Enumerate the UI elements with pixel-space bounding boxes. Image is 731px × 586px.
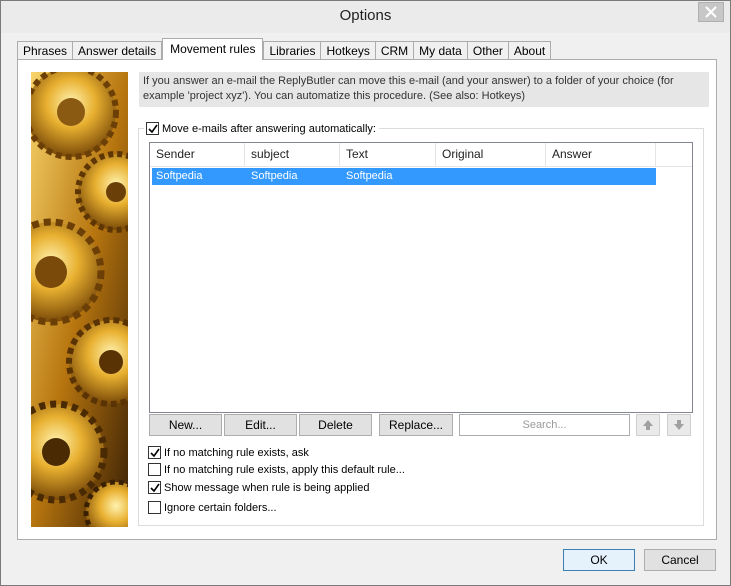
checkmark-icon (149, 483, 160, 492)
checkbox-box (148, 481, 161, 494)
table-row[interactable]: Softpedia Softpedia Softpedia (152, 168, 656, 185)
checkbox-box (146, 122, 159, 135)
checkmark-icon (147, 124, 158, 133)
cell-answer (548, 168, 656, 185)
tab-crm[interactable]: CRM (374, 41, 415, 60)
edit-button[interactable]: Edit... (224, 414, 297, 436)
column-header-text[interactable]: Text (340, 143, 436, 166)
options-window: Options Phrases Answer details Movement … (0, 0, 731, 586)
option-ignore-folders-label: Ignore certain folders... (164, 501, 277, 514)
tab-movement-rules[interactable]: Movement rules (162, 38, 264, 60)
option-show-message-label: Show message when rule is being applied (164, 481, 370, 494)
arrow-up-icon (643, 420, 653, 430)
tab-phrases[interactable]: Phrases (17, 41, 74, 60)
ok-button[interactable]: OK (563, 549, 635, 571)
cell-original (438, 168, 548, 185)
title-bar: Options (1, 1, 730, 33)
option-default-rule-label: If no matching rule exists, apply this d… (164, 463, 405, 476)
column-header-answer[interactable]: Answer (546, 143, 656, 166)
checkmark-icon (149, 448, 160, 457)
column-header-subject[interactable]: subject (245, 143, 340, 166)
search-input[interactable]: Search... (459, 414, 630, 436)
move-automatically-label: Move e-mails after answering automatical… (162, 122, 376, 135)
move-up-button[interactable] (636, 414, 660, 436)
cell-sender: Softpedia (156, 170, 203, 182)
tab-strip: Phrases Answer details Movement rules Li… (17, 38, 552, 60)
new-button[interactable]: New... (149, 414, 222, 436)
checkbox-box (148, 501, 161, 514)
close-icon (705, 6, 717, 18)
window-title: Options (339, 7, 392, 24)
cancel-button[interactable]: Cancel (644, 549, 716, 571)
replace-button[interactable]: Replace... (379, 414, 453, 436)
tab-other[interactable]: Other (466, 41, 509, 60)
movement-rules-panel: If you answer an e-mail the ReplyButler … (17, 59, 717, 540)
tab-libraries[interactable]: Libraries (263, 41, 322, 60)
gears-image (31, 72, 128, 527)
tab-about[interactable]: About (507, 41, 552, 60)
column-header-sender[interactable]: Sender (150, 143, 245, 166)
cell-subject: Softpedia (251, 170, 298, 182)
info-banner: If you answer an e-mail the ReplyButler … (139, 72, 709, 107)
delete-button[interactable]: Delete (299, 414, 372, 436)
arrow-down-icon (674, 420, 684, 430)
option-ask-label: If no matching rule exists, ask (164, 446, 309, 459)
option-ask-checkbox[interactable]: If no matching rule exists, ask (148, 446, 309, 459)
rules-list[interactable]: Sender subject Text Original Answer Soft… (149, 142, 693, 413)
checkbox-box (148, 463, 161, 476)
tab-my-data[interactable]: My data (413, 41, 468, 60)
tab-answer-details[interactable]: Answer details (72, 41, 163, 60)
move-down-button[interactable] (667, 414, 691, 436)
option-default-rule-checkbox[interactable]: If no matching rule exists, apply this d… (148, 463, 405, 476)
rules-list-header: Sender subject Text Original Answer (150, 143, 692, 167)
option-show-message-checkbox[interactable]: Show message when rule is being applied (148, 481, 369, 494)
move-automatically-checkbox[interactable]: Move e-mails after answering automatical… (144, 122, 379, 135)
close-button[interactable] (698, 2, 724, 22)
column-header-original[interactable]: Original (436, 143, 546, 166)
cell-text: Softpedia (346, 170, 393, 182)
checkbox-box (148, 446, 161, 459)
option-ignore-folders-checkbox[interactable]: Ignore certain folders... (148, 501, 277, 514)
tab-hotkeys[interactable]: Hotkeys (320, 41, 376, 60)
